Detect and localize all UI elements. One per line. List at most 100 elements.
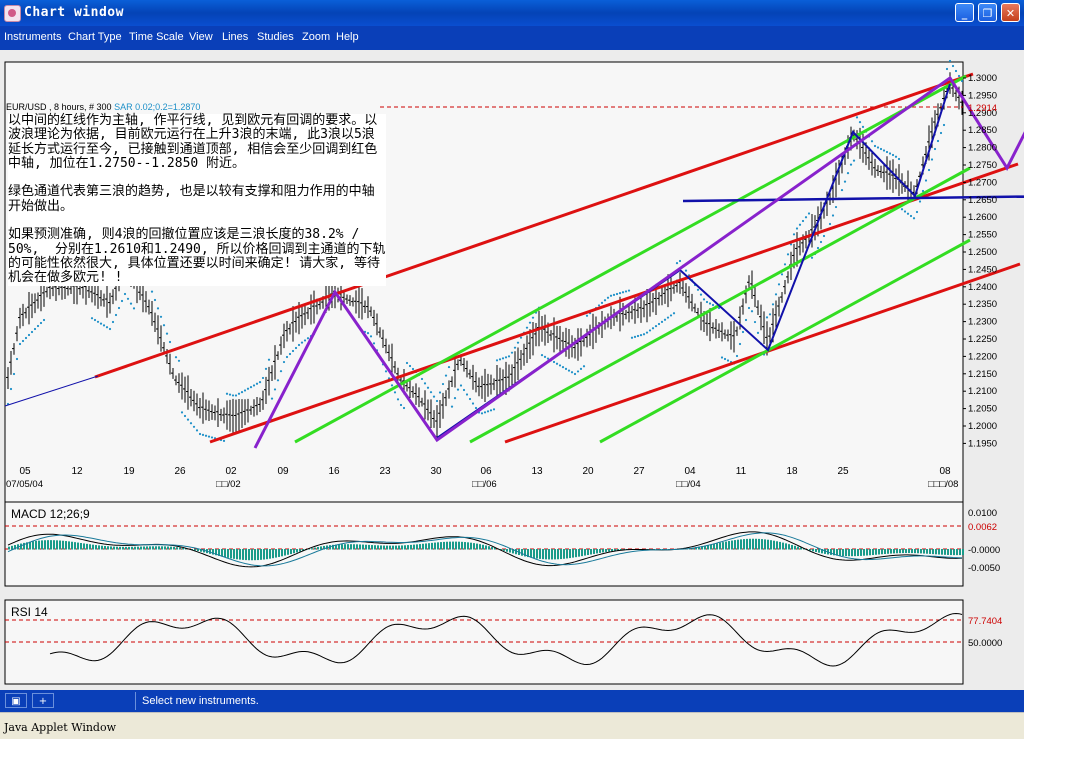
macd-hist-bar [905, 549, 907, 554]
menu-help[interactable]: Help [336, 31, 359, 43]
macd-hist-bar [569, 549, 571, 559]
macd-hist-bar [479, 544, 481, 550]
sar-dot [120, 299, 124, 303]
macd-hist-bar [944, 549, 946, 555]
status-button-2[interactable]: + [32, 693, 54, 708]
macd-hist-bar [260, 549, 262, 560]
sar-dot [876, 146, 880, 149]
sar-dot [489, 409, 493, 412]
sar-dot [726, 359, 730, 362]
sar-label: SAR 0.02;0.2=1.2870 [114, 102, 201, 112]
sar-dot [819, 240, 823, 244]
sar-dot [750, 310, 754, 313]
close-button[interactable]: ✕ [1001, 3, 1020, 22]
macd-hist-bar [926, 549, 928, 554]
macd-panel[interactable] [4, 501, 964, 587]
sar-dot [396, 398, 400, 401]
current-price-label: 1.2914 [968, 103, 997, 114]
sar-dot [453, 397, 457, 400]
price-tick-label: 1.2700 [968, 177, 997, 188]
macd-hist-bar [365, 544, 367, 550]
sar-dot [828, 222, 832, 226]
sar-dot [768, 313, 772, 316]
sar-dot [612, 293, 616, 296]
menu-time-scale[interactable]: Time Scale [129, 31, 184, 43]
sar-dot [483, 411, 487, 414]
macd-hist-bar [362, 544, 364, 550]
time-tick-label: 16 [328, 466, 340, 477]
restore-button[interactable]: ❐ [978, 3, 997, 22]
sar-dot [663, 318, 667, 321]
macd-hist-bar [383, 545, 385, 550]
macd-hist-bar [740, 539, 742, 550]
macd-hist-bar [575, 549, 577, 558]
macd-hist-bar [845, 549, 847, 557]
macd-hist-bar [371, 545, 373, 550]
time-tick-label: 27 [633, 466, 645, 477]
menu-instruments[interactable]: Instruments [4, 31, 61, 43]
java-applet-bar: Java Applet Window [0, 712, 1024, 739]
macd-hist-bar [344, 544, 346, 550]
sar-dot [150, 290, 154, 293]
menu-studies[interactable]: Studies [257, 31, 294, 43]
sar-dot [570, 371, 574, 374]
sar-dot [105, 326, 109, 329]
sar-dot [807, 212, 811, 215]
menu-view[interactable]: View [189, 31, 213, 43]
macd-hist-bar [788, 544, 790, 550]
title-bar[interactable]: Chart window _ ❐ ✕ [0, 0, 1024, 26]
minimize-button[interactable]: _ [955, 3, 974, 22]
sar-dot [234, 394, 238, 397]
rsi-tick-1: 77.7404 [968, 616, 1002, 627]
sar-dot [552, 360, 556, 364]
menu-chart-type[interactable]: Chart Type [68, 31, 122, 43]
macd-hist-bar [770, 540, 772, 550]
macd-hist-bar [791, 544, 793, 550]
macd-hist-bar [896, 549, 898, 554]
sar-dot [441, 382, 445, 386]
macd-hist-bar [911, 549, 913, 554]
price-tick-label: 1.2850 [968, 125, 997, 136]
sar-dot [780, 273, 784, 276]
sar-dot [192, 425, 196, 428]
sar-dot [525, 326, 529, 329]
rsi-tick-2: 50.0000 [968, 638, 1002, 649]
macd-hist-bar [476, 543, 478, 550]
macd-hist-bar [599, 549, 601, 553]
menu-zoom[interactable]: Zoom [302, 31, 330, 43]
macd-hist-bar [146, 546, 148, 550]
macd-hist-bar [854, 549, 856, 557]
sar-dot [369, 335, 373, 338]
macd-hist-bar [719, 542, 721, 550]
sar-dot [210, 436, 214, 439]
sar-dot [945, 67, 949, 71]
sar-dot [480, 412, 484, 415]
macd-hist-bar [767, 539, 769, 550]
sar-dot [159, 315, 163, 318]
macd-hist-bar [134, 546, 136, 550]
sar-dot [288, 352, 292, 356]
time-tick-label: 06 [480, 466, 492, 477]
sar-dot [486, 410, 490, 413]
sar-dot [261, 376, 265, 380]
chart-area[interactable]: 1.3000 1.2950 1.2900 1.2850 1.2800 1.2750 1.27… [0, 50, 1024, 690]
macd-hist-bar [782, 542, 784, 550]
sar-dot [114, 313, 118, 317]
sar-dot [573, 372, 577, 376]
macd-hist-bar [239, 549, 241, 560]
macd-hist-bar [125, 546, 127, 550]
status-button-1[interactable]: ▣ [5, 693, 27, 708]
price-tick-label: 1.2800 [968, 143, 997, 154]
sar-dot [558, 364, 562, 367]
macd-hist-bar [779, 541, 781, 550]
sar-dot [429, 391, 433, 394]
time-tick-label: 05 [19, 466, 31, 477]
sar-dot [861, 125, 865, 129]
sar-dot [264, 367, 268, 370]
macd-hist-bar [812, 549, 814, 552]
macd-hist-bar [458, 541, 460, 550]
sar-dot [42, 318, 46, 322]
sar-dot [738, 342, 742, 346]
time-month-label: □□□/08 [928, 479, 958, 490]
menu-lines[interactable]: Lines [222, 31, 248, 43]
